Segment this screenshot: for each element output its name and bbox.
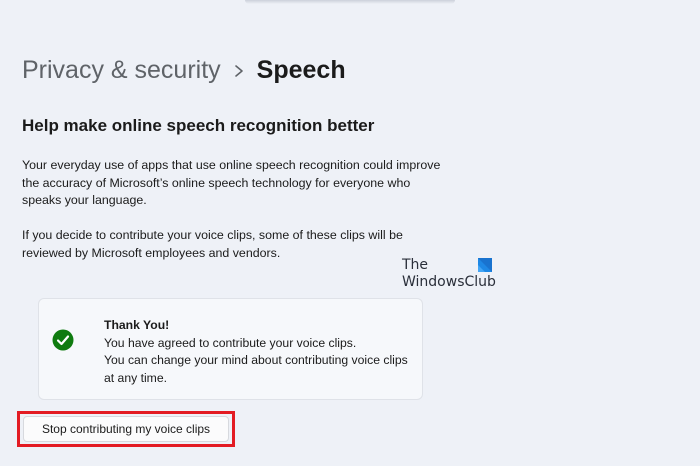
watermark-line-2: WindowsClub: [402, 274, 496, 290]
status-card-title: Thank You!: [104, 318, 170, 332]
watermark-line-1: The: [402, 257, 429, 273]
chevron-right-icon: [221, 56, 257, 85]
stop-contributing-button[interactable]: Stop contributing my voice clips: [23, 416, 229, 442]
windows-logo-icon: [478, 258, 492, 272]
status-card-line-2: You can change your mind about contribut…: [104, 353, 408, 385]
review-notice-paragraph: If you decide to contribute your voice c…: [22, 228, 403, 260]
thewindowsclub-watermark: The WindowsClub: [402, 257, 502, 293]
breadcrumb-privacy-security[interactable]: Privacy & security: [22, 56, 221, 85]
section-heading: Help make online speech recognition bett…: [22, 116, 375, 135]
breadcrumb: Privacy & security Speech: [22, 50, 346, 90]
contribution-status-card: Thank You! You have agreed to contribute…: [38, 298, 423, 400]
title-bar-shadow: [245, 0, 455, 4]
checkmark-circle-icon: [52, 329, 74, 351]
description-paragraph: Your everyday use of apps that use onlin…: [22, 158, 441, 207]
status-card-line-1: You have agreed to contribute your voice…: [104, 335, 357, 350]
status-card-text: Thank You! You have agreed to contribute…: [104, 317, 414, 387]
page-title: Speech: [256, 55, 346, 84]
